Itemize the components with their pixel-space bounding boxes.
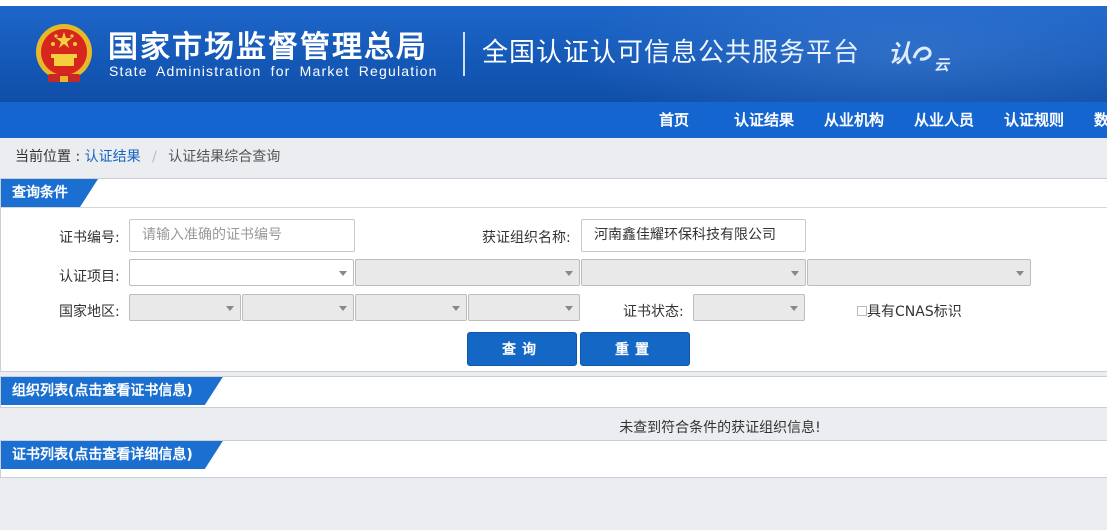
search-button[interactable]: 查询 <box>467 332 577 366</box>
cert-project-select-2[interactable] <box>355 259 580 286</box>
org-list-title: 组织列表(点击查看证书信息) <box>1 377 223 405</box>
chevron-down-icon <box>226 306 234 311</box>
logo-swoosh-icon <box>912 46 932 61</box>
nav-item-data[interactable]: 数 <box>1094 102 1107 138</box>
cnas-label: 具有CNAS标识 <box>867 304 962 320</box>
cert-list-header: 证书列表(点击查看详细信息) <box>1 441 1107 470</box>
breadcrumb-separator: / <box>152 149 157 165</box>
cert-status-select[interactable] <box>693 294 805 321</box>
logo-main-text: 认 <box>888 40 912 68</box>
org-name-input[interactable]: 河南鑫佳耀环保科技有限公司 <box>581 219 806 252</box>
cert-project-label: 认证项目: <box>59 269 120 285</box>
region-select-4[interactable] <box>468 294 580 321</box>
national-emblem-icon <box>36 24 92 82</box>
reset-button[interactable]: 重置 <box>580 332 690 366</box>
org-list-empty-message: 未查到符合条件的获证组织信息! <box>619 420 821 436</box>
agency-name-en: State Administration for Market Regulati… <box>109 63 438 79</box>
cert-project-select-3[interactable] <box>581 259 806 286</box>
chevron-down-icon <box>791 271 799 276</box>
nav-item-personnel[interactable]: 从业人员 <box>914 102 974 138</box>
logo-sub-text: 云 <box>934 56 950 74</box>
chevron-down-icon <box>1016 271 1024 276</box>
chevron-down-icon <box>565 271 573 276</box>
query-panel-header: 查询条件 <box>1 179 1107 208</box>
breadcrumb-current: 认证结果综合查询 <box>168 149 281 165</box>
org-list-panel: 组织列表(点击查看证书信息) <box>0 376 1107 408</box>
region-label: 国家地区: <box>59 304 120 320</box>
nav-item-institutions[interactable]: 从业机构 <box>824 102 884 138</box>
nav-item-cert-results[interactable]: 认证结果 <box>734 102 794 138</box>
chevron-down-icon <box>790 306 798 311</box>
region-select-1[interactable] <box>129 294 241 321</box>
cert-list-panel: 证书列表(点击查看详细信息) <box>0 440 1107 478</box>
nav-item-home[interactable]: 首页 <box>659 102 689 138</box>
region-select-3[interactable] <box>355 294 467 321</box>
org-name-label: 获证组织名称: <box>482 230 571 246</box>
breadcrumb-prefix: 当前位置 : <box>15 149 81 165</box>
breadcrumb-link-cert-results[interactable]: 认证结果 <box>85 149 141 165</box>
chevron-down-icon <box>339 271 347 276</box>
cert-project-select-1[interactable] <box>129 259 354 286</box>
chevron-down-icon <box>452 306 460 311</box>
cert-status-label: 证书状态: <box>623 304 684 320</box>
cert-no-label: 证书编号: <box>59 230 120 246</box>
chevron-down-icon <box>339 306 347 311</box>
agency-name-cn: 国家市场监督管理总局 <box>108 30 428 65</box>
query-panel: 查询条件 证书编号: 请输入准确的证书编号 获证组织名称: 河南鑫佳耀环保科技有… <box>0 178 1107 372</box>
platform-title: 全国认证认可信息公共服务平台 <box>482 38 861 68</box>
query-panel-title: 查询条件 <box>1 179 98 207</box>
breadcrumb: 当前位置 : 认证结果 / 认证结果综合查询 <box>15 146 280 166</box>
cert-list-title: 证书列表(点击查看详细信息) <box>1 441 223 469</box>
org-list-header: 组织列表(点击查看证书信息) <box>1 377 1107 406</box>
cnas-checkbox[interactable] <box>857 306 867 316</box>
chevron-down-icon <box>565 306 573 311</box>
site-header: 国家市场监督管理总局 State Administration for Mark… <box>0 6 1107 102</box>
region-select-2[interactable] <box>242 294 354 321</box>
main-nav: 首页 认证结果 从业机构 从业人员 认证规则 数 <box>0 102 1107 138</box>
nav-item-cert-rules[interactable]: 认证规则 <box>1004 102 1064 138</box>
cert-no-input[interactable]: 请输入准确的证书编号 <box>129 219 355 252</box>
platform-logo: 认云 <box>888 34 949 75</box>
header-divider <box>463 32 465 76</box>
cert-project-select-4[interactable] <box>807 259 1031 286</box>
